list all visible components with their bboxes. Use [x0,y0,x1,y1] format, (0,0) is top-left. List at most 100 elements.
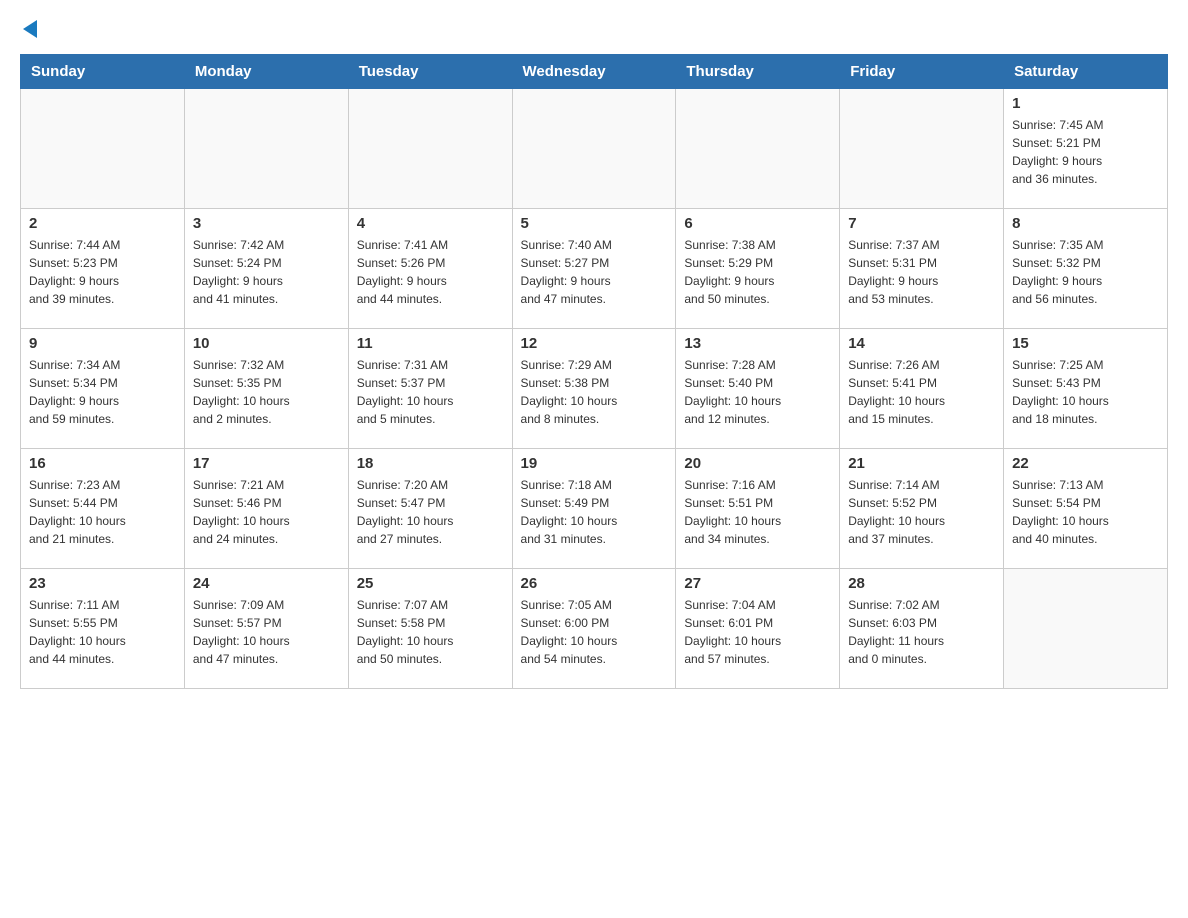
day-info: Sunrise: 7:25 AM Sunset: 5:43 PM Dayligh… [1012,356,1159,428]
day-info: Sunrise: 7:14 AM Sunset: 5:52 PM Dayligh… [848,476,995,548]
day-number: 1 [1012,95,1159,112]
calendar-cell: 21 Sunrise: 7:14 AM Sunset: 5:52 PM Dayli… [840,449,1004,569]
day-info: Sunrise: 7:23 AM Sunset: 5:44 PM Dayligh… [29,476,176,548]
weekday-header-thursday: Thursday [676,55,840,89]
day-number: 7 [848,215,995,232]
calendar-cell: 7 Sunrise: 7:37 AM Sunset: 5:31 PM Daylig… [840,209,1004,329]
weekday-header-saturday: Saturday [1004,55,1168,89]
day-number: 12 [521,335,668,352]
day-number: 19 [521,455,668,472]
calendar-cell: 25 Sunrise: 7:07 AM Sunset: 5:58 PM Dayli… [348,569,512,689]
calendar-cell: 22 Sunrise: 7:13 AM Sunset: 5:54 PM Dayli… [1004,449,1168,569]
calendar-cell: 17 Sunrise: 7:21 AM Sunset: 5:46 PM Dayli… [184,449,348,569]
calendar-cell [840,89,1004,209]
day-number: 6 [684,215,831,232]
calendar-week-2: 2 Sunrise: 7:44 AM Sunset: 5:23 PM Daylig… [21,209,1168,329]
day-number: 10 [193,335,340,352]
day-info: Sunrise: 7:29 AM Sunset: 5:38 PM Dayligh… [521,356,668,428]
day-info: Sunrise: 7:37 AM Sunset: 5:31 PM Dayligh… [848,236,995,308]
calendar-cell: 20 Sunrise: 7:16 AM Sunset: 5:51 PM Dayli… [676,449,840,569]
weekday-header-wednesday: Wednesday [512,55,676,89]
day-info: Sunrise: 7:34 AM Sunset: 5:34 PM Dayligh… [29,356,176,428]
calendar-cell: 6 Sunrise: 7:38 AM Sunset: 5:29 PM Daylig… [676,209,840,329]
day-number: 23 [29,575,176,592]
day-info: Sunrise: 7:42 AM Sunset: 5:24 PM Dayligh… [193,236,340,308]
day-number: 27 [684,575,831,592]
calendar-cell [1004,569,1168,689]
weekday-header-row: SundayMondayTuesdayWednesdayThursdayFrid… [21,55,1168,89]
calendar-week-5: 23 Sunrise: 7:11 AM Sunset: 5:55 PM Dayli… [21,569,1168,689]
weekday-header-friday: Friday [840,55,1004,89]
calendar-cell: 3 Sunrise: 7:42 AM Sunset: 5:24 PM Daylig… [184,209,348,329]
calendar-cell: 1 Sunrise: 7:45 AM Sunset: 5:21 PM Daylig… [1004,89,1168,209]
calendar-cell: 13Sunrise: 7:28 AM Sunset: 5:40 PM Dayli… [676,329,840,449]
day-info: Sunrise: 7:16 AM Sunset: 5:51 PM Dayligh… [684,476,831,548]
day-info: Sunrise: 7:35 AM Sunset: 5:32 PM Dayligh… [1012,236,1159,308]
calendar-cell: 11 Sunrise: 7:31 AM Sunset: 5:37 PM Dayli… [348,329,512,449]
day-info: Sunrise: 7:13 AM Sunset: 5:54 PM Dayligh… [1012,476,1159,548]
day-number: 20 [684,455,831,472]
calendar-cell: 5 Sunrise: 7:40 AM Sunset: 5:27 PM Daylig… [512,209,676,329]
calendar-cell: 16 Sunrise: 7:23 AM Sunset: 5:44 PM Dayli… [21,449,185,569]
day-info: Sunrise: 7:38 AM Sunset: 5:29 PM Dayligh… [684,236,831,308]
day-number: 17 [193,455,340,472]
calendar-cell: 26 Sunrise: 7:05 AM Sunset: 6:00 PM Dayli… [512,569,676,689]
page-header [20,20,1168,38]
calendar-cell [512,89,676,209]
day-info: Sunrise: 7:05 AM Sunset: 6:00 PM Dayligh… [521,596,668,668]
day-number: 8 [1012,215,1159,232]
day-number: 11 [357,335,504,352]
day-info: Sunrise: 7:20 AM Sunset: 5:47 PM Dayligh… [357,476,504,548]
day-number: 26 [521,575,668,592]
day-number: 13 [684,335,831,352]
day-info: Sunrise: 7:31 AM Sunset: 5:37 PM Dayligh… [357,356,504,428]
day-info: Sunrise: 7:21 AM Sunset: 5:46 PM Dayligh… [193,476,340,548]
day-info: Sunrise: 7:44 AM Sunset: 5:23 PM Dayligh… [29,236,176,308]
calendar-week-1: 1 Sunrise: 7:45 AM Sunset: 5:21 PM Daylig… [21,89,1168,209]
day-info: Sunrise: 7:04 AM Sunset: 6:01 PM Dayligh… [684,596,831,668]
day-info: Sunrise: 7:02 AM Sunset: 6:03 PM Dayligh… [848,596,995,668]
day-number: 9 [29,335,176,352]
day-info: Sunrise: 7:26 AM Sunset: 5:41 PM Dayligh… [848,356,995,428]
day-info: Sunrise: 7:09 AM Sunset: 5:57 PM Dayligh… [193,596,340,668]
day-info: Sunrise: 7:40 AM Sunset: 5:27 PM Dayligh… [521,236,668,308]
day-number: 15 [1012,335,1159,352]
day-number: 25 [357,575,504,592]
day-number: 14 [848,335,995,352]
calendar-cell: 2 Sunrise: 7:44 AM Sunset: 5:23 PM Daylig… [21,209,185,329]
day-info: Sunrise: 7:07 AM Sunset: 5:58 PM Dayligh… [357,596,504,668]
calendar-cell: 18 Sunrise: 7:20 AM Sunset: 5:47 PM Dayli… [348,449,512,569]
calendar-cell: 9 Sunrise: 7:34 AM Sunset: 5:34 PM Daylig… [21,329,185,449]
calendar-cell: 14 Sunrise: 7:26 AM Sunset: 5:41 PM Dayli… [840,329,1004,449]
day-number: 18 [357,455,504,472]
calendar-week-4: 16 Sunrise: 7:23 AM Sunset: 5:44 PM Dayli… [21,449,1168,569]
weekday-header-monday: Monday [184,55,348,89]
calendar-cell: 8 Sunrise: 7:35 AM Sunset: 5:32 PM Daylig… [1004,209,1168,329]
day-number: 22 [1012,455,1159,472]
day-number: 16 [29,455,176,472]
day-number: 2 [29,215,176,232]
day-number: 5 [521,215,668,232]
day-info: Sunrise: 7:18 AM Sunset: 5:49 PM Dayligh… [521,476,668,548]
calendar-cell: 23 Sunrise: 7:11 AM Sunset: 5:55 PM Dayli… [21,569,185,689]
calendar-cell [676,89,840,209]
day-info: Sunrise: 7:11 AM Sunset: 5:55 PM Dayligh… [29,596,176,668]
calendar-cell: 4 Sunrise: 7:41 AM Sunset: 5:26 PM Daylig… [348,209,512,329]
calendar-cell [184,89,348,209]
calendar-cell: 27 Sunrise: 7:04 AM Sunset: 6:01 PM Dayli… [676,569,840,689]
calendar-cell: 24 Sunrise: 7:09 AM Sunset: 5:57 PM Dayli… [184,569,348,689]
calendar-cell: 10 Sunrise: 7:32 AM Sunset: 5:35 PM Dayli… [184,329,348,449]
day-number: 4 [357,215,504,232]
day-number: 3 [193,215,340,232]
day-number: 28 [848,575,995,592]
day-number: 24 [193,575,340,592]
calendar-cell [348,89,512,209]
weekday-header-tuesday: Tuesday [348,55,512,89]
day-info: Sunrise: 7:32 AM Sunset: 5:35 PM Dayligh… [193,356,340,428]
day-info: Sunrise: 7:41 AM Sunset: 5:26 PM Dayligh… [357,236,504,308]
calendar-cell: 15 Sunrise: 7:25 AM Sunset: 5:43 PM Dayli… [1004,329,1168,449]
calendar-cell: 28 Sunrise: 7:02 AM Sunset: 6:03 PM Dayli… [840,569,1004,689]
logo [20,20,37,38]
day-info: Sunrise: 7:45 AM Sunset: 5:21 PM Dayligh… [1012,116,1159,188]
day-number: 21 [848,455,995,472]
